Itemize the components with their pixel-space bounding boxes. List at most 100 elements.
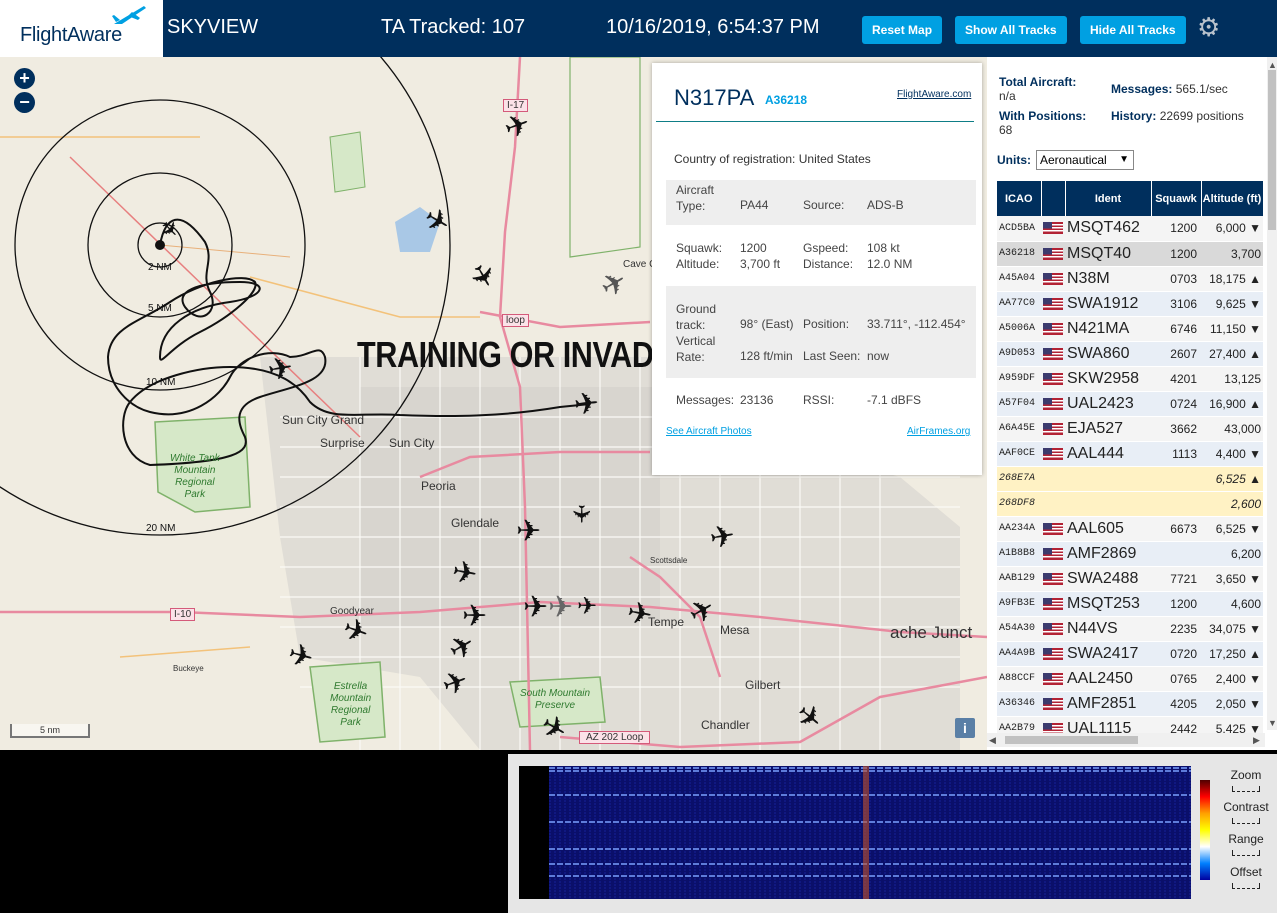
flag-cell bbox=[1041, 341, 1065, 367]
col-squawk[interactable]: Squawk bbox=[1151, 181, 1202, 216]
us-flag-icon bbox=[1043, 347, 1063, 360]
source-value: ADS-B bbox=[867, 198, 904, 212]
units-label: Units: bbox=[997, 153, 1031, 167]
table-row[interactable]: ACD5BA MSQT462 1200 6,000 ▼ bbox=[997, 216, 1263, 242]
altitude-cell: 6,525 ▼ bbox=[1201, 516, 1263, 542]
squawk-cell bbox=[1151, 541, 1201, 567]
flag-cell bbox=[1041, 366, 1065, 392]
zoom-slider[interactable] bbox=[1232, 786, 1260, 792]
table-row[interactable]: A54A30 N44VS 2235 34,075 ▼ bbox=[997, 616, 1263, 642]
place-label: ache Junct bbox=[890, 623, 973, 642]
aircraft-icon[interactable]: ✈ bbox=[573, 387, 601, 422]
gear-icon[interactable]: ⚙ bbox=[1197, 14, 1220, 40]
table-row[interactable]: A9D053 SWA860 2607 27,400 ▲ bbox=[997, 341, 1263, 367]
squawk-cell bbox=[1151, 466, 1201, 492]
table-row[interactable]: 268E7A 6,525 ▲ bbox=[997, 466, 1263, 492]
ident-cell: N38M bbox=[1065, 266, 1151, 292]
info-icon[interactable]: i bbox=[955, 718, 975, 738]
table-row[interactable]: A1B8B8 AMF2869 6,200 bbox=[997, 541, 1263, 567]
table-row[interactable]: A9FB3E MSQT253 1200 4,600 bbox=[997, 591, 1263, 617]
color-scale bbox=[1200, 780, 1210, 880]
ident-cell: AMF2851 bbox=[1065, 691, 1151, 717]
table-row[interactable]: A45A04 N38M 0703 18,175 ▲ bbox=[997, 266, 1263, 292]
place-label: Scottsdale bbox=[650, 556, 688, 565]
popup-country: Country of registration: United States bbox=[674, 152, 871, 166]
icao-cell: AA77C0 bbox=[997, 291, 1041, 317]
ident-cell: UAL2423 bbox=[1065, 391, 1151, 417]
squawk-cell: 0720 bbox=[1151, 641, 1201, 667]
zoom-in-button[interactable]: + bbox=[14, 68, 35, 89]
aircraft-icon[interactable]: ✈ bbox=[565, 504, 595, 524]
icao-cell: A45A04 bbox=[997, 266, 1041, 292]
icao-cell: AAB129 bbox=[997, 566, 1041, 592]
squawk-cell: 3662 bbox=[1151, 416, 1201, 442]
altitude-value: 3,700 ft bbox=[740, 257, 781, 271]
aircraft-icon[interactable]: ✈ bbox=[516, 517, 541, 547]
altitude-cell: 3,700 bbox=[1201, 241, 1263, 267]
reset-map-button[interactable]: Reset Map bbox=[862, 16, 943, 44]
aircraft-icon[interactable]: ✈ bbox=[624, 596, 654, 633]
aircraft-photos-link[interactable]: See Aircraft Photos bbox=[666, 426, 752, 437]
table-row[interactable]: A5006A N421MA 6746 11,150 ▼ bbox=[997, 316, 1263, 342]
units-select[interactable]: Aeronautical ▼ bbox=[1036, 150, 1134, 170]
table-row[interactable]: A36218 MSQT40 1200 3,700 bbox=[997, 241, 1263, 267]
table-row[interactable]: A88CCF AAL2450 0765 2,400 ▼ bbox=[997, 666, 1263, 692]
place-label: Mesa bbox=[720, 623, 750, 637]
col-ident[interactable]: Ident bbox=[1065, 181, 1152, 216]
aircraft-icon[interactable]: ✈ bbox=[707, 519, 737, 556]
scroll-left-arrow-icon[interactable]: ◀ bbox=[989, 735, 996, 746]
table-row[interactable]: AAF0CE AAL444 1113 4,400 ▼ bbox=[997, 441, 1263, 467]
flag-cell bbox=[1041, 291, 1065, 317]
ident-cell: SWA1912 bbox=[1065, 291, 1151, 317]
scroll-up-arrow-icon[interactable]: ▲ bbox=[1268, 60, 1277, 70]
table-row[interactable]: AA77C0 SWA1912 3106 9,625 ▼ bbox=[997, 291, 1263, 317]
table-row[interactable]: A36346 AMF2851 4205 2,050 ▼ bbox=[997, 691, 1263, 717]
us-flag-icon bbox=[1043, 422, 1063, 435]
contrast-slider[interactable] bbox=[1232, 818, 1260, 824]
table-row[interactable]: AA4A9B SWA2417 0720 17,250 ▲ bbox=[997, 641, 1263, 667]
us-flag-icon bbox=[1043, 447, 1063, 460]
table-row[interactable]: AAB129 SWA2488 7721 3,650 ▼ bbox=[997, 566, 1263, 592]
aircraft-icon[interactable]: ✈ bbox=[265, 351, 295, 388]
us-flag-icon bbox=[1043, 597, 1063, 610]
aircraft-detail-popup: N317PA A36218 FlightAware.com Country of… bbox=[652, 63, 982, 475]
place-label: Glendale bbox=[451, 516, 500, 530]
airframes-link[interactable]: AirFrames.org bbox=[907, 426, 970, 437]
logo-text: FlightAware bbox=[20, 24, 122, 46]
show-all-tracks-button[interactable]: Show All Tracks bbox=[955, 16, 1067, 44]
table-row[interactable]: A959DF SKW2958 4201 13,125 bbox=[997, 366, 1263, 392]
highway-label: loop bbox=[502, 314, 529, 327]
aircraft-icon[interactable]: ✈ bbox=[449, 555, 479, 592]
range-slider[interactable] bbox=[1232, 850, 1260, 856]
flightaware-link[interactable]: FlightAware.com bbox=[897, 89, 971, 100]
aircraft-icon[interactable]: ✈ bbox=[577, 592, 597, 622]
scroll-right-arrow-icon[interactable]: ▶ bbox=[1253, 735, 1260, 746]
place-label: Tempe bbox=[648, 615, 685, 629]
hide-all-tracks-button[interactable]: Hide All Tracks bbox=[1080, 16, 1186, 44]
squawk-cell: 6746 bbox=[1151, 316, 1201, 342]
icao-cell: A6A45E bbox=[997, 416, 1041, 442]
popup-registration: N317PA bbox=[674, 85, 755, 110]
scroll-down-arrow-icon[interactable]: ▼ bbox=[1268, 718, 1277, 728]
horizontal-scroll-thumb[interactable] bbox=[1005, 736, 1138, 744]
zoom-out-button[interactable]: − bbox=[14, 92, 35, 113]
vertical-scroll-thumb[interactable] bbox=[1268, 70, 1276, 230]
aircraft-icon[interactable]: ✈ bbox=[523, 593, 548, 623]
icao-cell: A9D053 bbox=[997, 341, 1041, 367]
table-row[interactable]: AA234A AAL605 6673 6,525 ▼ bbox=[997, 516, 1263, 542]
col-altitude[interactable]: Altitude (ft) bbox=[1201, 181, 1264, 216]
us-flag-icon bbox=[1043, 397, 1063, 410]
table-row[interactable]: 268DF8 2,600 bbox=[997, 491, 1263, 517]
col-icao[interactable]: ICAO bbox=[997, 181, 1042, 216]
flightaware-logo[interactable]: FlightAware bbox=[0, 0, 163, 57]
table-row[interactable]: A57F04 UAL2423 0724 16,900 ▲ bbox=[997, 391, 1263, 417]
squawk-cell: 1113 bbox=[1151, 441, 1201, 467]
squawk-cell: 4201 bbox=[1151, 366, 1201, 392]
table-row[interactable]: A6A45E EJA527 3662 43,000 bbox=[997, 416, 1263, 442]
aircraft-icon[interactable]: ✈ bbox=[548, 593, 573, 623]
icao-cell: A5006A bbox=[997, 316, 1041, 342]
offset-slider[interactable] bbox=[1232, 883, 1260, 889]
ring-label-20nm: 20 NM bbox=[146, 523, 176, 534]
popup-hex[interactable]: A36218 bbox=[765, 93, 807, 107]
col-flag[interactable] bbox=[1041, 181, 1066, 216]
